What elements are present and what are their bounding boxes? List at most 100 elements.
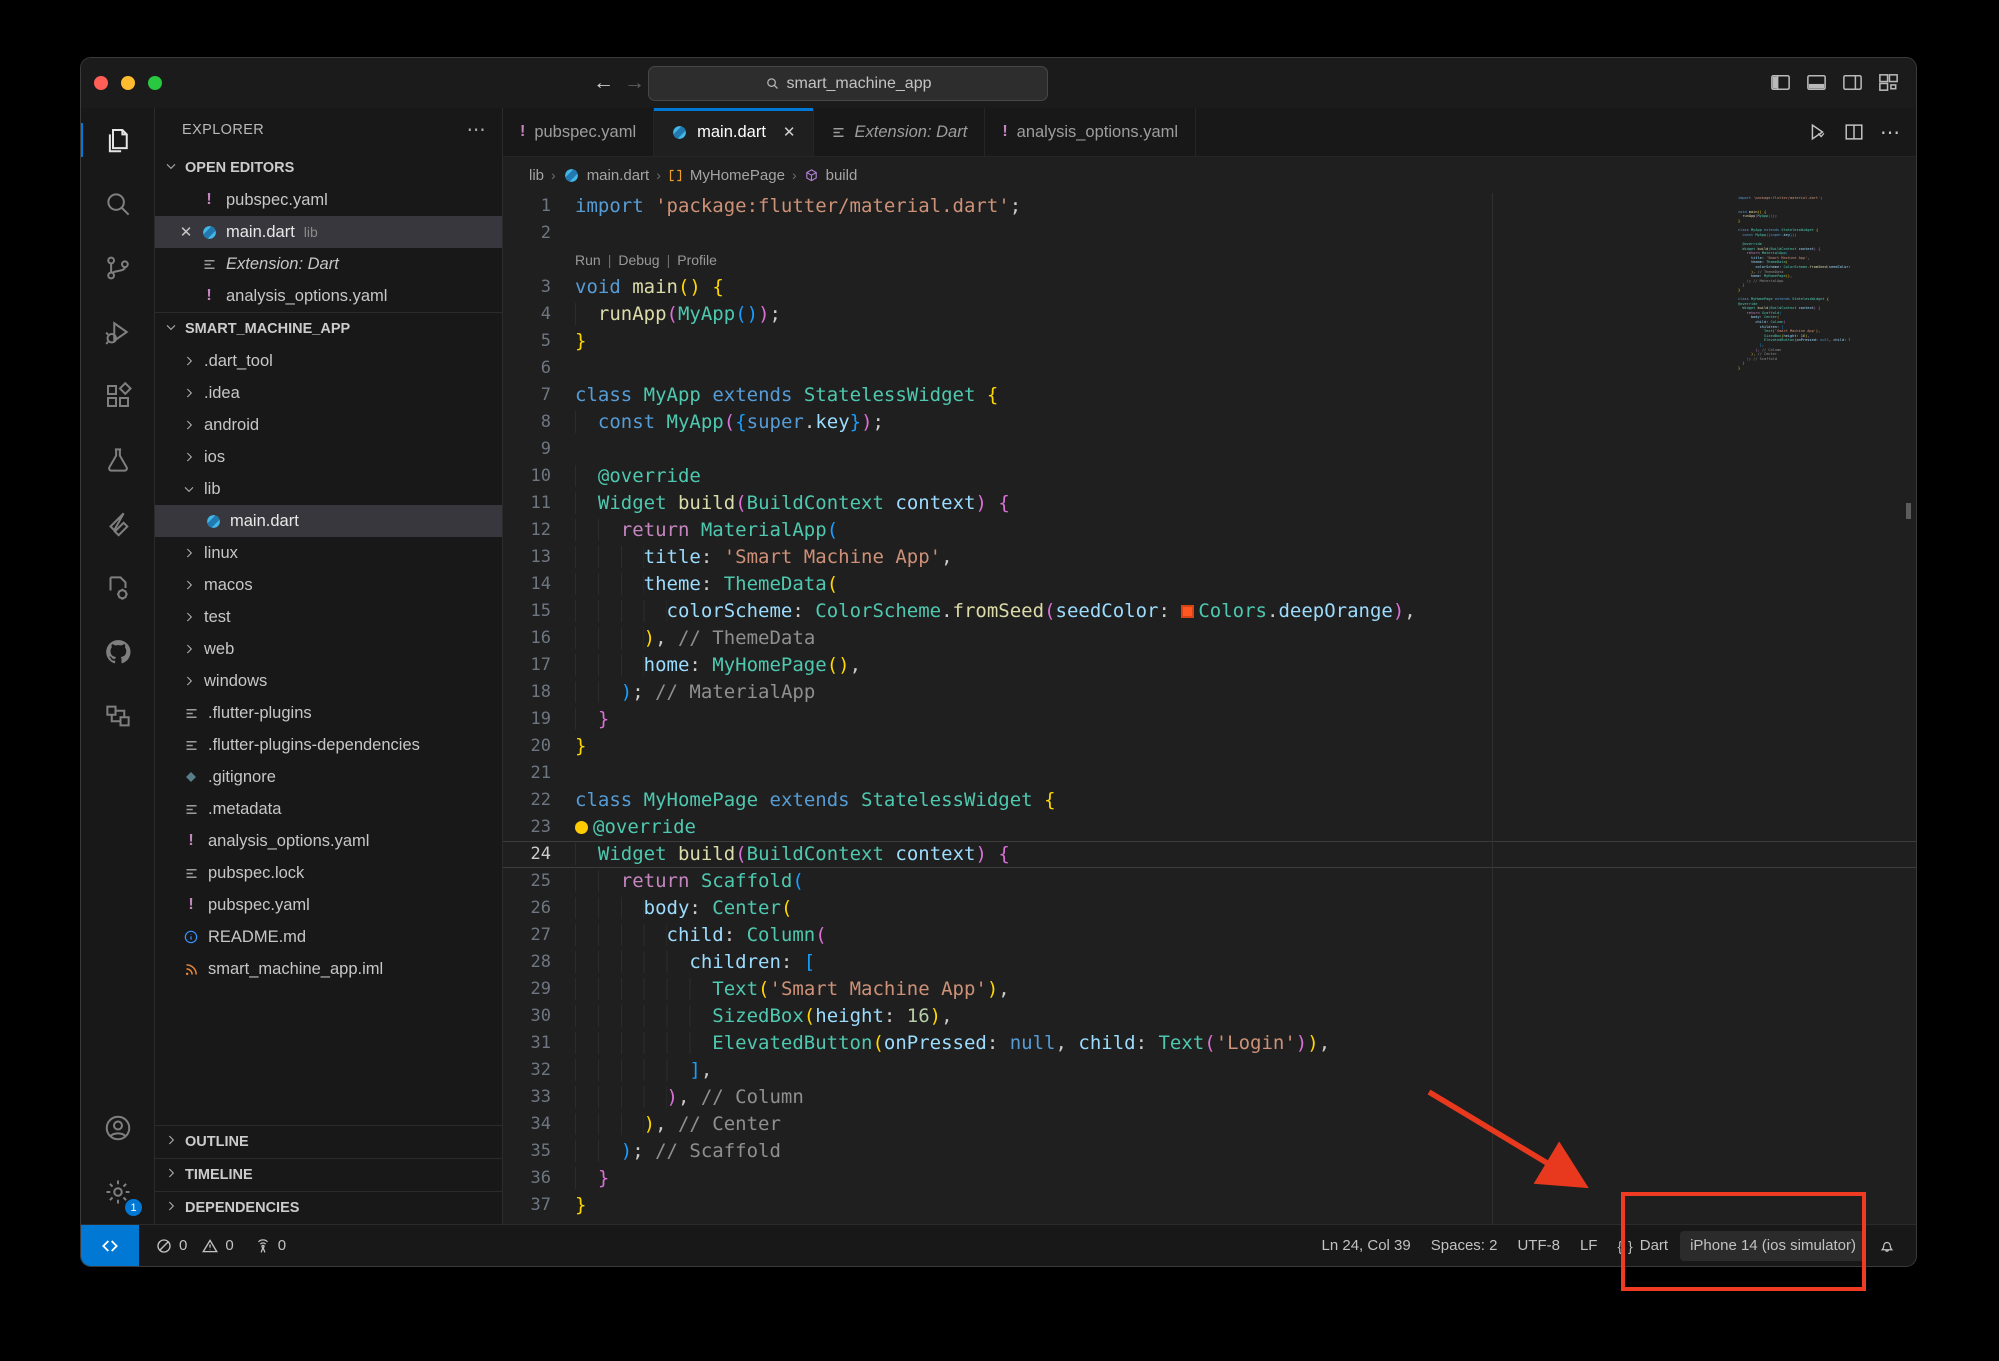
code-line-6[interactable]: 6 — [503, 355, 1916, 382]
code-line-7[interactable]: 7class MyApp extends StatelessWidget { — [503, 382, 1916, 409]
tree-item-.flutter-plugins-dependencies[interactable]: .flutter-plugins-dependencies — [155, 729, 502, 761]
code-line-18[interactable]: 18 ); // MaterialApp — [503, 679, 1916, 706]
code-line-29[interactable]: 29 Text('Smart Machine App'), — [503, 976, 1916, 1003]
code-line-2[interactable]: 2 — [503, 220, 1916, 247]
status-eol[interactable]: LF — [1570, 1237, 1608, 1254]
code-editor[interactable]: 1import 'package:flutter/material.dart';… — [503, 193, 1916, 1224]
code-line-5[interactable]: 5} — [503, 328, 1916, 355]
activity-item-explorer[interactable] — [81, 108, 154, 172]
tree-item-.gitignore[interactable]: .gitignore — [155, 761, 502, 793]
open-editor-analysis_options.yaml[interactable]: !analysis_options.yaml — [155, 280, 502, 312]
tree-item-macos[interactable]: macos — [155, 569, 502, 601]
code-line-19[interactable]: 19 } — [503, 706, 1916, 733]
activity-item-source-control[interactable] — [81, 236, 154, 300]
views-more-actions-icon[interactable]: ⋯ — [467, 119, 486, 142]
close-editor-icon[interactable]: ✕ — [173, 223, 199, 241]
code-line-30[interactable]: 30 SizedBox(height: 16), — [503, 1003, 1916, 1030]
tree-item-web[interactable]: web — [155, 633, 502, 665]
command-center-search[interactable]: smart_machine_app — [648, 66, 1048, 101]
scrollbar-thumb[interactable] — [1906, 503, 1911, 519]
sidebar-section-timeline[interactable]: TIMELINE — [155, 1158, 502, 1191]
customize-layout-icon[interactable] — [1877, 71, 1900, 94]
code-line-22[interactable]: 22class MyHomePage extends StatelessWidg… — [503, 787, 1916, 814]
code-line-35[interactable]: 35 ); // Scaffold — [503, 1138, 1916, 1165]
codelens-profile-link[interactable]: Profile — [677, 247, 717, 274]
code-line-1[interactable]: 1import 'package:flutter/material.dart'; — [503, 193, 1916, 220]
tab-main.dart[interactable]: main.dart✕ — [654, 108, 813, 156]
open-editor-Extension: Dart[interactable]: Extension: Dart — [155, 248, 502, 280]
tree-item-lib[interactable]: lib — [155, 473, 502, 505]
tree-item-ios[interactable]: ios — [155, 441, 502, 473]
ports-status[interactable]: 0 — [244, 1237, 296, 1255]
sidebar-section-dependencies[interactable]: DEPENDENCIES — [155, 1191, 502, 1224]
toggle-secondary-sidebar-icon[interactable] — [1841, 71, 1864, 94]
code-line-21[interactable]: 21 — [503, 760, 1916, 787]
tab-Extension: Dart[interactable]: Extension: Dart — [814, 108, 986, 156]
code-line-20[interactable]: 20} — [503, 733, 1916, 760]
tree-item-pubspec.lock[interactable]: pubspec.lock — [155, 857, 502, 889]
code-line-26[interactable]: 26 body: Center( — [503, 895, 1916, 922]
tree-item-windows[interactable]: windows — [155, 665, 502, 697]
tree-item-.idea[interactable]: .idea — [155, 377, 502, 409]
tab-pubspec.yaml[interactable]: !pubspec.yaml — [503, 108, 654, 156]
code-line-11[interactable]: 11 Widget build(BuildContext context) { — [503, 490, 1916, 517]
code-line-4[interactable]: 4 runApp(MyApp()); — [503, 301, 1916, 328]
activity-item-settings[interactable]: 1 — [81, 1160, 154, 1224]
activity-item-search[interactable] — [81, 172, 154, 236]
project-root-header[interactable]: SMART_MACHINE_APP — [155, 312, 502, 345]
code-line-14[interactable]: 14 theme: ThemeData( — [503, 571, 1916, 598]
code-line-8[interactable]: 8 const MyApp({super.key}); — [503, 409, 1916, 436]
close-window-button[interactable] — [94, 76, 108, 90]
status-notifications[interactable] — [1868, 1237, 1906, 1255]
activity-item-extensions[interactable] — [81, 364, 154, 428]
problems-status[interactable]: 0 0 — [145, 1237, 244, 1255]
activity-item-accounts[interactable] — [81, 1096, 154, 1160]
activity-item-cmake-tools[interactable] — [81, 556, 154, 620]
code-line-27[interactable]: 27 child: Column( — [503, 922, 1916, 949]
tree-item-pubspec.yaml[interactable]: !pubspec.yaml — [155, 889, 502, 921]
tree-item-test[interactable]: test — [155, 601, 502, 633]
run-debug-dropdown-icon[interactable] — [1806, 121, 1828, 143]
breadcrumb-item[interactable]: lib — [529, 167, 544, 184]
code-line-34[interactable]: 34 ), // Center — [503, 1111, 1916, 1138]
code-line-25[interactable]: 25 return Scaffold( — [503, 868, 1916, 895]
tree-item-android[interactable]: android — [155, 409, 502, 441]
toggle-primary-sidebar-icon[interactable] — [1769, 71, 1792, 94]
code-line-9[interactable]: 9 — [503, 436, 1916, 463]
breadcrumb-item[interactable]: main.dart — [587, 167, 650, 184]
code-line-28[interactable]: 28 children: [ — [503, 949, 1916, 976]
code-line-23[interactable]: 23@override — [503, 814, 1916, 841]
open-editor-main.dart[interactable]: ✕main.dartlib — [155, 216, 502, 248]
activity-item-flutter[interactable] — [81, 492, 154, 556]
zoom-window-button[interactable] — [148, 76, 162, 90]
activity-item-remote-explorer[interactable] — [81, 684, 154, 748]
code-line-17[interactable]: 17 home: MyHomePage(), — [503, 652, 1916, 679]
code-line-10[interactable]: 10 @override — [503, 463, 1916, 490]
tree-item-README.md[interactable]: README.md — [155, 921, 502, 953]
open-editor-pubspec.yaml[interactable]: !pubspec.yaml — [155, 184, 502, 216]
more-actions-icon[interactable]: ⋯ — [1880, 120, 1900, 145]
code-line-13[interactable]: 13 title: 'Smart Machine App', — [503, 544, 1916, 571]
code-line-32[interactable]: 32 ], — [503, 1057, 1916, 1084]
tree-item-.dart_tool[interactable]: .dart_tool — [155, 345, 502, 377]
codelens-debug-link[interactable]: Debug — [618, 247, 659, 274]
status-encoding[interactable]: UTF-8 — [1507, 1237, 1570, 1254]
code-line-31[interactable]: 31 ElevatedButton(onPressed: null, child… — [503, 1030, 1916, 1057]
activity-item-run-and-debug[interactable] — [81, 300, 154, 364]
lightbulb-icon[interactable] — [575, 821, 588, 834]
breadcrumb-item[interactable]: MyHomePage — [690, 167, 785, 184]
close-tab-icon[interactable]: ✕ — [783, 123, 796, 141]
status-cursor-position[interactable]: Ln 24, Col 39 — [1312, 1237, 1421, 1254]
sidebar-section-outline[interactable]: OUTLINE — [155, 1125, 502, 1158]
back-button[interactable]: ← — [593, 70, 614, 96]
tree-item-linux[interactable]: linux — [155, 537, 502, 569]
open-editors-header[interactable]: OPEN EDITORS — [155, 152, 502, 184]
split-editor-icon[interactable] — [1843, 121, 1865, 143]
minimap[interactable]: import 'package:flutter/material.dart'; … — [1738, 196, 1850, 375]
codelens-run-link[interactable]: Run — [575, 247, 601, 274]
code-line-15[interactable]: 15 colorScheme: ColorScheme.fromSeed(see… — [503, 598, 1916, 625]
forward-button[interactable]: → — [624, 70, 645, 96]
status-indentation[interactable]: Spaces: 2 — [1421, 1237, 1508, 1254]
minimize-window-button[interactable] — [121, 76, 135, 90]
breadcrumb-item[interactable]: build — [826, 167, 858, 184]
